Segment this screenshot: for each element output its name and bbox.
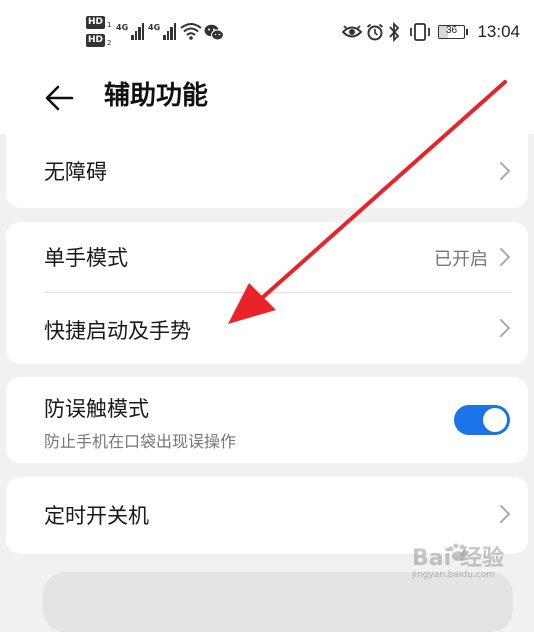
setting-label: 快捷启动及手势 xyxy=(44,319,191,343)
battery-level: 36 xyxy=(445,25,458,36)
clock: 13:04 xyxy=(477,22,520,41)
setting-label: 防误触模式 xyxy=(44,397,149,421)
hd-icon: HD 1 HD 2 xyxy=(86,15,112,49)
hd-sub-1: 1 xyxy=(107,21,112,29)
setting-pocket-mode[interactable]: 防误触模式 防止手机在口袋出现误操作 xyxy=(6,377,528,463)
hd-sub-2: 2 xyxy=(107,39,112,47)
toggle-knob xyxy=(483,408,507,432)
setting-one-hand-mode[interactable]: 单手模式 已开启 xyxy=(6,222,528,292)
back-arrow-icon xyxy=(45,85,74,111)
setting-label: 无障碍 xyxy=(44,160,107,184)
setting-label: 定时开关机 xyxy=(44,504,149,528)
settings-group-4: 定时开关机 xyxy=(6,477,528,554)
settings-group-3: 防误触模式 防止手机在口袋出现误操作 xyxy=(6,377,528,463)
battery-icon: 36 xyxy=(438,25,465,39)
alarm-icon xyxy=(366,23,384,41)
hd-badge-1: HD xyxy=(86,16,105,29)
page-title: 辅助功能 xyxy=(104,81,209,111)
app-header: 辅助功能 xyxy=(0,64,534,134)
chevron-right-icon xyxy=(500,505,511,523)
setting-scheduled-power[interactable]: 定时开关机 xyxy=(6,477,528,554)
network-type-2: 4G xyxy=(148,23,161,32)
setting-value: 已开启 xyxy=(434,249,488,270)
wechat-icon xyxy=(204,24,224,41)
setting-shortcuts-gestures[interactable]: 快捷启动及手势 xyxy=(6,293,528,364)
vibrate-icon xyxy=(410,23,430,41)
battery-tip xyxy=(466,29,468,35)
settings-group-2: 单手模式 已开启 快捷启动及手势 xyxy=(6,222,528,364)
network-type-1: 4G xyxy=(116,23,129,32)
chevron-right-icon xyxy=(500,162,511,180)
setting-accessibility[interactable]: 无障碍 xyxy=(6,134,528,208)
settings-group-1: 无障碍 xyxy=(6,134,528,208)
partial-bottom-card xyxy=(43,572,513,632)
back-button[interactable] xyxy=(40,78,80,118)
chevron-right-icon xyxy=(500,248,511,266)
chevron-right-icon xyxy=(500,319,511,337)
eye-icon xyxy=(342,25,362,38)
bluetooth-icon xyxy=(389,22,400,42)
wifi-icon xyxy=(180,23,202,40)
setting-label: 单手模式 xyxy=(44,246,128,270)
pocket-mode-toggle[interactable] xyxy=(454,405,510,435)
status-bar: HD 1 HD 2 4G 4G 36 13:04 xyxy=(0,0,534,64)
hd-badge-2: HD xyxy=(86,34,105,47)
setting-sublabel: 防止手机在口袋出现误操作 xyxy=(44,432,237,451)
